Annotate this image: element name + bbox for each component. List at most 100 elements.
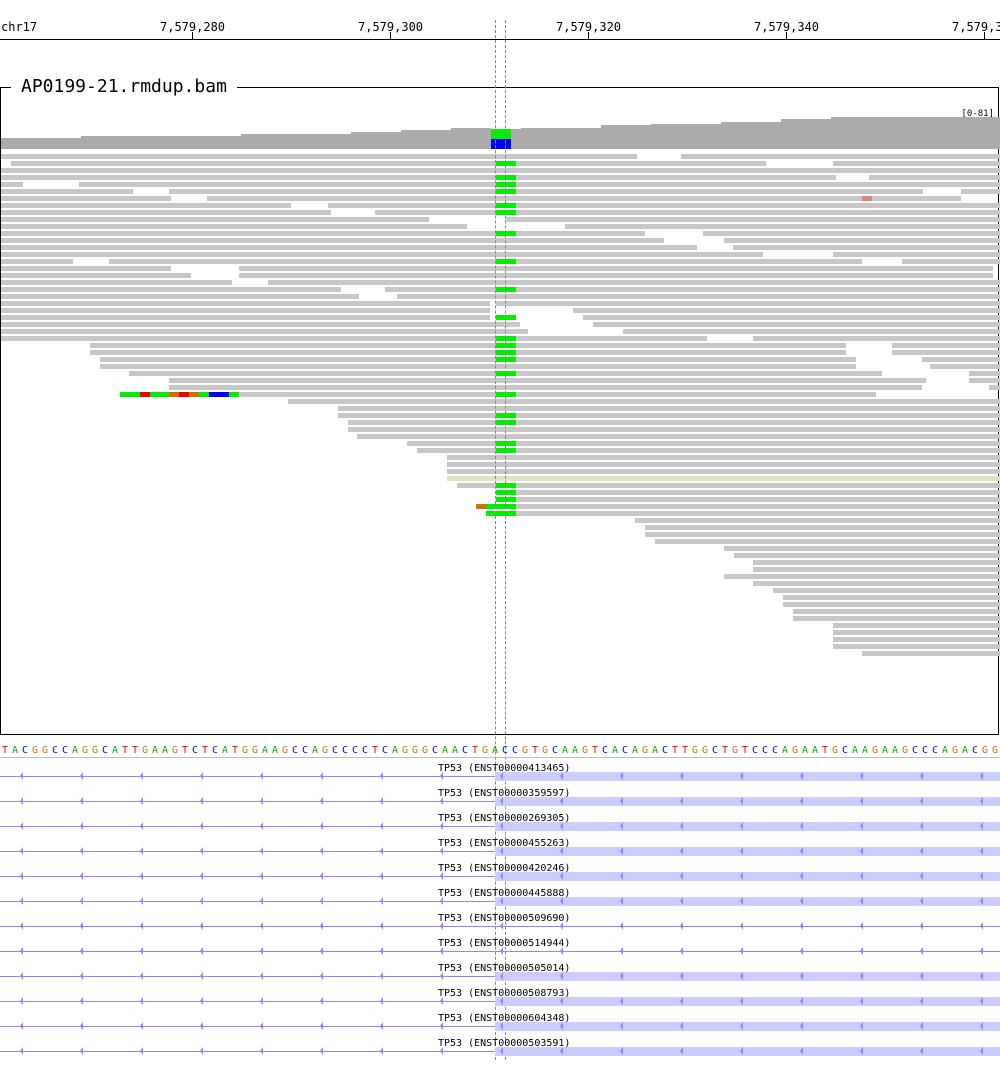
aligned-read[interactable] <box>753 567 1000 572</box>
aligned-read[interactable] <box>1 294 359 299</box>
aligned-read[interactable] <box>129 371 496 376</box>
aligned-read[interactable] <box>833 630 1000 635</box>
transcript-row[interactable]: TP53 (ENST00000445888) <box>0 888 1000 913</box>
aligned-read[interactable] <box>733 245 1000 250</box>
aligned-read[interactable] <box>486 511 1000 516</box>
transcript-row[interactable]: TP53 (ENST00000505014) <box>0 963 1000 988</box>
aligned-read[interactable] <box>833 623 1000 628</box>
aligned-read[interactable] <box>100 357 496 362</box>
aligned-read[interactable] <box>1 273 191 278</box>
aligned-read[interactable] <box>1 238 496 243</box>
aligned-read[interactable] <box>496 294 1000 299</box>
transcript-exon[interactable] <box>495 797 1000 806</box>
transcript-row[interactable]: TP53 (ENST00000509690) <box>0 913 1000 938</box>
aligned-read[interactable] <box>773 588 1000 593</box>
aligned-read[interactable] <box>476 504 1000 509</box>
aligned-read[interactable] <box>902 259 1000 264</box>
transcript-exon[interactable] <box>495 772 1000 781</box>
aligned-read[interactable] <box>573 308 1000 313</box>
aligned-read[interactable] <box>496 259 862 264</box>
transcript-row[interactable]: TP53 (ENST00000269305) <box>0 813 1000 838</box>
aligned-read[interactable] <box>496 420 1000 425</box>
aligned-read[interactable] <box>375 210 496 215</box>
aligned-read[interactable] <box>833 637 1000 642</box>
aligned-read[interactable] <box>496 203 1000 208</box>
read-pileup[interactable] <box>1 88 1000 736</box>
aligned-read[interactable] <box>734 553 1000 558</box>
aligned-read[interactable] <box>1 182 23 187</box>
aligned-read[interactable] <box>496 231 645 236</box>
aligned-read[interactable] <box>892 350 1000 355</box>
aligned-read[interactable] <box>793 616 1000 621</box>
transcript-exon[interactable] <box>495 1047 1000 1056</box>
transcript-exon[interactable] <box>495 847 1000 856</box>
transcript-row[interactable]: TP53 (ENST00000455263) <box>0 838 1000 863</box>
transcript-row[interactable]: TP53 (ENST00000508793) <box>0 988 1000 1013</box>
aligned-read[interactable] <box>496 364 856 369</box>
aligned-read[interactable] <box>1 266 171 271</box>
transcript-row[interactable]: TP53 (ENST00000503591) <box>0 1038 1000 1063</box>
aligned-read[interactable] <box>109 259 496 264</box>
aligned-read[interactable] <box>385 287 496 292</box>
aligned-read[interactable] <box>1 336 496 341</box>
aligned-read[interactable] <box>496 378 926 383</box>
transcript-row[interactable]: TP53 (ENST00000514944) <box>0 938 1000 963</box>
aligned-read[interactable] <box>169 189 496 194</box>
aligned-read[interactable] <box>1 252 496 257</box>
aligned-read[interactable] <box>961 189 1000 194</box>
aligned-read[interactable] <box>496 175 836 180</box>
aligned-read[interactable] <box>338 406 1000 411</box>
aligned-read[interactable] <box>623 329 1000 334</box>
aligned-read[interactable] <box>447 462 496 467</box>
aligned-read[interactable] <box>397 294 496 299</box>
aligned-read[interactable] <box>1 322 496 327</box>
aligned-read[interactable] <box>207 196 496 201</box>
aligned-read[interactable] <box>496 287 1000 292</box>
aligned-read[interactable] <box>496 266 993 271</box>
transcript-exon[interactable] <box>495 872 1000 881</box>
aligned-read[interactable] <box>1 231 496 236</box>
aligned-read[interactable] <box>457 483 1000 488</box>
aligned-read[interactable] <box>1 259 73 264</box>
aligned-read[interactable] <box>348 427 496 432</box>
transcript-row[interactable]: TP53 (ENST00000604348) <box>0 1013 1000 1038</box>
aligned-read[interactable] <box>496 301 1000 306</box>
aligned-read[interactable] <box>496 252 763 257</box>
aligned-read[interactable] <box>268 280 496 285</box>
aligned-read[interactable] <box>496 182 1000 187</box>
aligned-read[interactable] <box>969 371 1000 376</box>
aligned-read[interactable] <box>753 581 1000 586</box>
aligned-read[interactable] <box>447 469 1000 474</box>
transcript-exon[interactable] <box>495 897 1000 906</box>
aligned-read[interactable] <box>645 525 1000 530</box>
aligned-read[interactable] <box>288 399 1000 404</box>
aligned-read[interactable] <box>862 651 1000 656</box>
aligned-read[interactable] <box>496 392 876 397</box>
aligned-read[interactable] <box>100 364 496 369</box>
aligned-read[interactable] <box>496 336 707 341</box>
transcript-row[interactable]: TP53 (ENST00000413465) <box>0 763 1000 788</box>
aligned-read[interactable] <box>724 238 1000 243</box>
aligned-read[interactable] <box>90 350 496 355</box>
aligned-read[interactable] <box>1 287 341 292</box>
aligned-read[interactable] <box>703 231 1000 236</box>
aligned-read[interactable] <box>565 224 1000 229</box>
aligned-read[interactable] <box>496 497 1000 502</box>
aligned-read[interactable] <box>833 644 1000 649</box>
aligned-read[interactable] <box>239 273 496 278</box>
aligned-read[interactable] <box>989 385 1000 390</box>
aligned-read[interactable] <box>1 175 496 180</box>
aligned-read[interactable] <box>447 476 1000 481</box>
aligned-read[interactable] <box>496 357 856 362</box>
aligned-read[interactable] <box>496 371 882 376</box>
aligned-read[interactable] <box>1 315 490 320</box>
aligned-read[interactable] <box>496 427 1000 432</box>
aligned-read[interactable] <box>793 609 1000 614</box>
aligned-read[interactable] <box>496 462 1000 467</box>
aligned-read[interactable] <box>79 182 496 187</box>
aligned-read[interactable] <box>969 378 1000 383</box>
aligned-read[interactable] <box>496 350 846 355</box>
aligned-read[interactable] <box>681 154 1000 159</box>
aligned-read[interactable] <box>496 196 961 201</box>
aligned-read[interactable] <box>1 210 331 215</box>
